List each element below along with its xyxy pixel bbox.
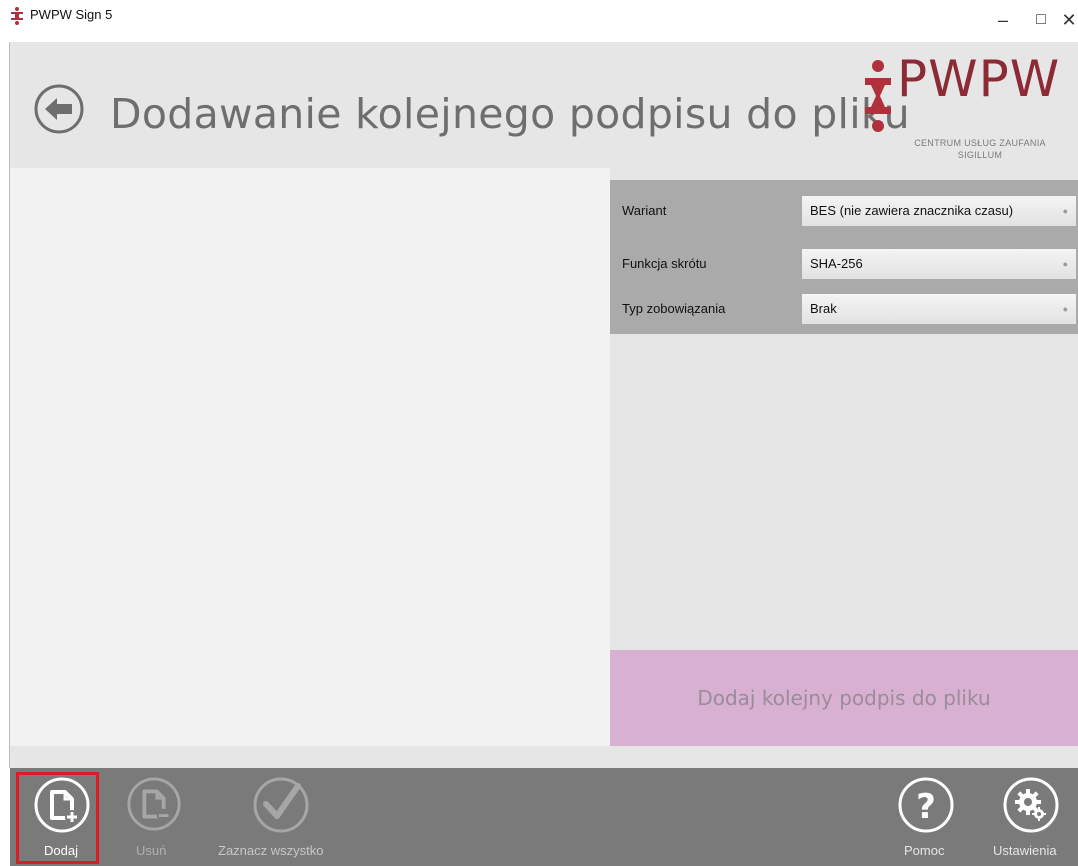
- page-title: Dodawanie kolejnego podpisu do pliku: [110, 90, 910, 138]
- minimize-button[interactable]: –: [984, 0, 1022, 40]
- remove-file-label: Usuń: [136, 843, 167, 858]
- remove-file-icon: [127, 777, 181, 831]
- title-bar: PWPW Sign 5 – □ ✕: [0, 0, 1078, 42]
- add-file-button[interactable]: Dodaj: [28, 768, 94, 866]
- commitment-select-value: Brak: [810, 301, 837, 316]
- file-list-panel[interactable]: [10, 168, 610, 746]
- settings-button[interactable]: Ustawienia: [985, 768, 1077, 866]
- logo-subtitle: CENTRUM USŁUG ZAUFANIA: [914, 138, 1046, 148]
- add-signature-label: Dodaj kolejny podpis do pliku: [697, 686, 991, 710]
- option-label-commitment: Typ zobowiązania: [622, 301, 726, 316]
- pwpw-logo: PWPW CENTRUM USŁUG ZAUFANIA SIGILLUM: [865, 50, 1065, 160]
- add-file-icon: [34, 777, 90, 833]
- select-all-button[interactable]: Zaznacz wszystko: [210, 768, 350, 866]
- close-button[interactable]: ✕: [1050, 0, 1078, 40]
- close-icon: ✕: [1061, 9, 1077, 30]
- remove-file-button[interactable]: Usuń: [120, 768, 186, 866]
- option-label-variant: Wariant: [622, 203, 667, 218]
- help-icon: ?: [898, 777, 954, 833]
- bottom-toolbar: Dodaj Usuń Zaznacz wszystko ? Pomoc Usta…: [10, 768, 1078, 866]
- app-icon: [11, 7, 23, 25]
- minimize-icon: –: [997, 9, 1008, 30]
- settings-label: Ustawienia: [993, 843, 1057, 858]
- hash-select-value: SHA-256: [810, 256, 863, 271]
- dropdown-arrow-icon: ●: [1062, 304, 1068, 314]
- option-label-hash: Funkcja skrótu: [622, 256, 707, 271]
- logo-emblem-icon: [865, 60, 891, 132]
- svg-text:?: ?: [916, 787, 936, 827]
- commitment-select[interactable]: Brak ●: [802, 294, 1076, 324]
- maximize-icon: □: [1036, 11, 1046, 28]
- page-header: Dodawanie kolejnego podpisu do pliku PWP…: [10, 42, 1078, 168]
- add-file-label: Dodaj: [44, 843, 78, 858]
- logo-word: PWPW: [897, 50, 1061, 108]
- back-button[interactable]: [32, 82, 86, 136]
- dropdown-arrow-icon: ●: [1062, 206, 1068, 216]
- help-button[interactable]: ? Pomoc: [890, 768, 960, 866]
- help-label: Pomoc: [904, 843, 945, 858]
- settings-icon: [1003, 777, 1059, 833]
- hash-select[interactable]: SHA-256 ●: [802, 249, 1076, 279]
- checkmark-icon: [253, 777, 309, 833]
- select-all-label: Zaznacz wszystko: [218, 843, 324, 858]
- signature-options: Wariant BES (nie zawiera znacznika czasu…: [610, 180, 1078, 334]
- logo-subtitle-2: SIGILLUM: [957, 150, 1003, 160]
- add-signature-button[interactable]: Dodaj kolejny podpis do pliku: [610, 650, 1078, 746]
- dropdown-arrow-icon: ●: [1062, 259, 1068, 269]
- variant-select[interactable]: BES (nie zawiera znacznika czasu) ●: [802, 196, 1076, 226]
- variant-select-value: BES (nie zawiera znacznika czasu): [810, 203, 1014, 218]
- window-title: PWPW Sign 5: [30, 7, 113, 22]
